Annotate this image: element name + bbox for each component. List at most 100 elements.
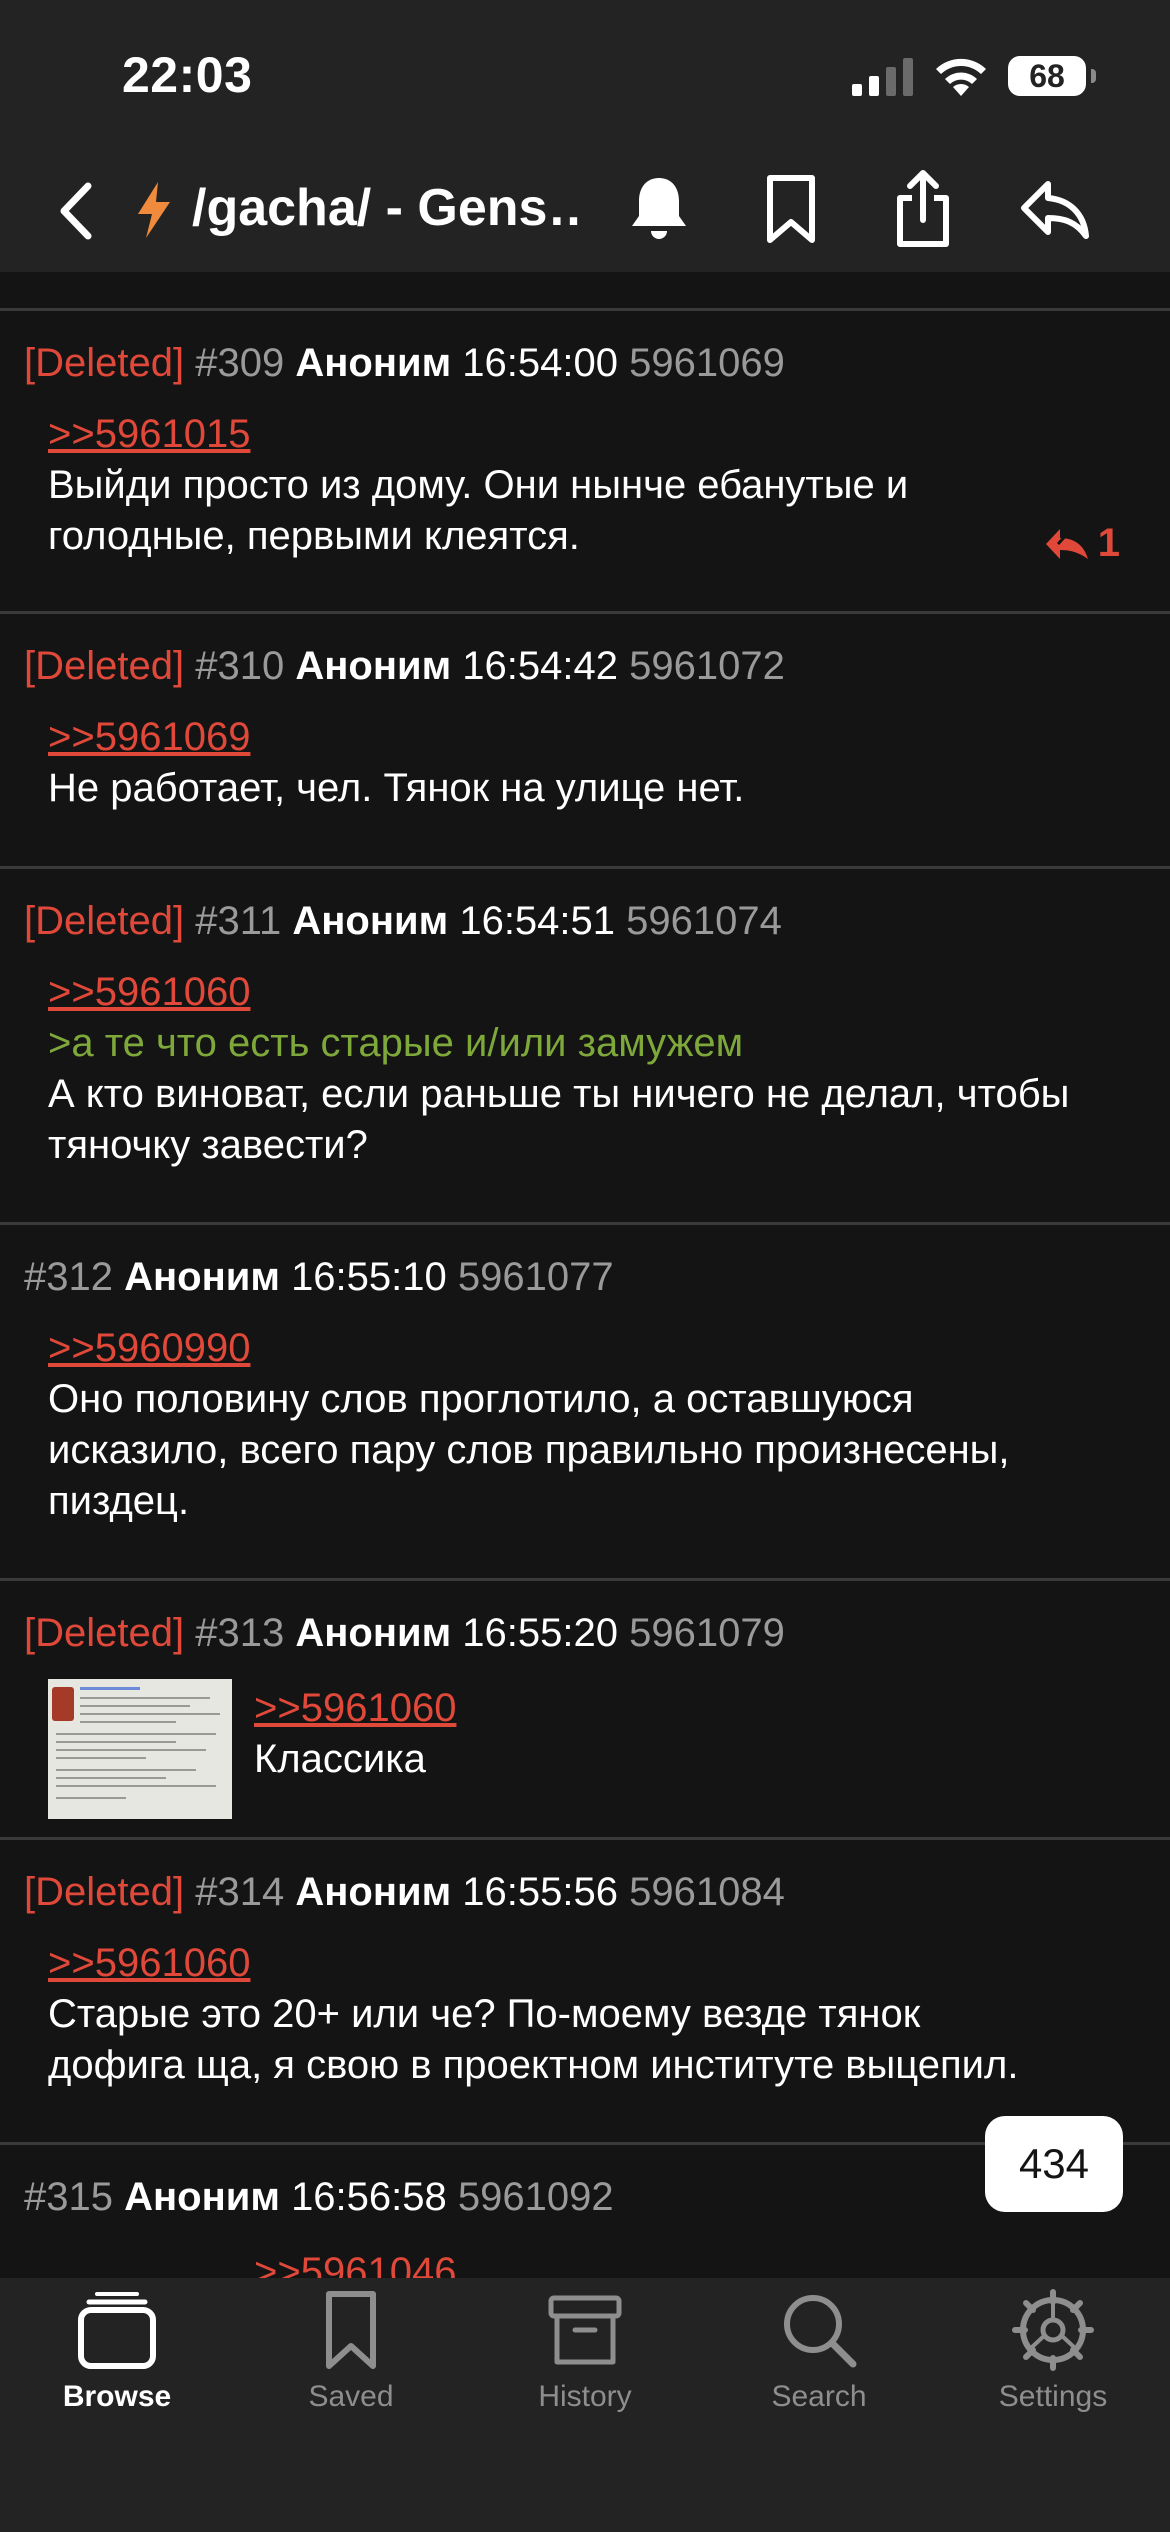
post-author: Аноним — [295, 1870, 452, 1914]
post-number: #314 — [195, 1870, 285, 1914]
post-author: Аноним — [292, 899, 449, 943]
wifi-icon — [936, 58, 986, 96]
deleted-tag: [Deleted] — [24, 644, 185, 688]
share-icon[interactable] — [892, 168, 954, 250]
quote-link[interactable]: >>5961060 — [254, 1683, 1130, 1734]
post-text-line: тяночку завести? — [48, 1123, 368, 1167]
post-text-line: пиздец. — [48, 1479, 190, 1523]
post-body: >>5961069 Не работает, чел. Тянок на ули… — [0, 712, 1170, 814]
post-body: >>5960990 Оно половину слов проглотило, … — [0, 1323, 1170, 1527]
post-time: 16:55:20 — [462, 1611, 618, 1655]
post-author: Аноним — [295, 644, 452, 688]
post-time: 16:55:10 — [291, 1255, 447, 1299]
gear-icon — [1012, 2289, 1094, 2371]
quote-link[interactable]: >>5961046 — [254, 2247, 1130, 2278]
post[interactable]: [Deleted] #309 Аноним 16:54:00 5961069 >… — [0, 311, 1170, 611]
post-text-line: А кто виноват, если раньше ты ничего не … — [48, 1072, 1070, 1116]
tab-settings[interactable]: Settings — [936, 2288, 1170, 2414]
post-text-line: дофига ща, я свою в проектном институте … — [48, 2043, 1019, 2087]
post-author: Аноним — [295, 341, 452, 385]
post-text-line: исказило, всего пару слов правильно прои… — [48, 1428, 1010, 1472]
post-header: [Deleted] #313 Аноним 16:55:20 5961079 — [0, 1609, 1170, 1657]
post-header: #312 Аноним 16:55:10 5961077 — [0, 1253, 1170, 1301]
post-header: [Deleted] #314 Аноним 16:55:56 5961084 — [0, 1868, 1170, 1916]
tab-label: Saved — [308, 2380, 394, 2413]
post-text-line: Классика — [254, 1737, 426, 1781]
post-id[interactable]: 5961084 — [629, 1870, 785, 1914]
bookmark-icon[interactable] — [764, 174, 818, 246]
post-time: 16:54:42 — [462, 644, 618, 688]
tab-label: Settings — [998, 2380, 1108, 2413]
post-number: #315 — [24, 2175, 113, 2219]
bookmark-icon — [326, 2291, 376, 2369]
tab-search[interactable]: Search — [702, 2288, 936, 2414]
post-counter-badge[interactable]: 434 — [985, 2116, 1123, 2212]
cellular-signal-icon — [852, 58, 913, 96]
post-header: [Deleted] #310 Аноним 16:54:42 5961072 — [0, 642, 1170, 690]
post-text-line: Старые это 20+ или че? По-моему везде тя… — [48, 1992, 921, 2036]
post-number: #310 — [195, 644, 285, 688]
quote-link[interactable]: >>5961069 — [48, 712, 1130, 763]
post[interactable]: [Deleted] #313 Аноним 16:55:20 5961079 >… — [0, 1581, 1170, 1837]
post-id[interactable]: 5961092 — [458, 2175, 614, 2219]
post-time: 16:54:00 — [462, 341, 618, 385]
post-time: 16:56:58 — [291, 2175, 447, 2219]
post-body: >>5961015 Выйди просто из дому. Они нынч… — [0, 409, 1170, 562]
post-number: #309 — [195, 341, 285, 385]
post-time: 16:55:56 — [462, 1870, 618, 1914]
post-id[interactable]: 5961077 — [458, 1255, 614, 1299]
bell-icon[interactable] — [628, 174, 690, 244]
lightning-icon — [138, 182, 170, 238]
post-author: Аноним — [295, 1611, 452, 1655]
status-bar: 22:03 68 — [0, 0, 1170, 150]
tab-browse[interactable]: Browse — [0, 2288, 234, 2414]
deleted-tag: [Deleted] — [24, 1870, 185, 1914]
post-author: Аноним — [124, 1255, 280, 1299]
post-text-line: голодные, первыми клеятся. — [48, 514, 580, 558]
tab-saved[interactable]: Saved — [234, 2288, 468, 2414]
status-time: 22:03 — [122, 47, 253, 103]
archive-icon — [548, 2295, 622, 2365]
post[interactable]: [Deleted] #310 Аноним 16:54:42 5961072 >… — [0, 614, 1170, 866]
post[interactable]: #312 Аноним 16:55:10 5961077 >>5960990 О… — [0, 1225, 1170, 1578]
post-text-line: Не работает, чел. Тянок на улице нет. — [48, 766, 745, 810]
post-text-line: Оно половину слов проглотило, а оставшую… — [48, 1377, 914, 1421]
search-icon — [784, 2295, 857, 2368]
tab-label: Search — [771, 2380, 867, 2413]
post-body: >>5961060 >а те что есть старые и/или за… — [0, 967, 1170, 1171]
post-id[interactable]: 5961074 — [626, 899, 782, 943]
post-time: 16:54:51 — [459, 899, 616, 943]
post-id[interactable]: 5961069 — [629, 341, 785, 385]
post-body: >>5961060 Старые это 20+ или че? По-моем… — [0, 1938, 1170, 2091]
tab-bar: Browse Saved History Search Settings — [0, 2278, 1170, 2532]
post-author: Аноним — [124, 2175, 280, 2219]
post-body: >>5961046 — [0, 2247, 1170, 2278]
reply-arrow-icon — [1045, 528, 1088, 559]
thread-post-list[interactable]: [Deleted] #309 Аноним 16:54:00 5961069 >… — [0, 272, 1170, 2278]
post[interactable]: [Deleted] #314 Аноним 16:55:56 5961084 >… — [0, 1840, 1170, 2142]
quote-link[interactable]: >>5961060 — [48, 1938, 1130, 1989]
tab-label: Browse — [62, 2380, 172, 2413]
quote-link[interactable]: >>5961015 — [48, 409, 1130, 460]
navigation-bar — [0, 150, 1170, 272]
post-text-line: Выйди просто из дому. Они нынче ебанутые… — [48, 463, 909, 507]
tab-label: History — [538, 2380, 632, 2413]
greentext-line: >а те что есть старые и/или замужем — [48, 1021, 744, 1065]
deleted-tag: [Deleted] — [24, 899, 185, 943]
replies-button[interactable]: 1 — [1044, 521, 1120, 566]
tab-history[interactable]: History — [468, 2288, 702, 2414]
back-chevron-icon[interactable] — [56, 180, 96, 242]
reply-icon[interactable] — [1018, 178, 1090, 242]
post-number: #313 — [195, 1611, 285, 1655]
post-number: #312 — [24, 1255, 113, 1299]
replies-count: 1 — [1097, 521, 1120, 565]
post-id[interactable]: 5961079 — [629, 1611, 785, 1655]
battery-icon: 68 — [1008, 56, 1096, 96]
deleted-tag: [Deleted] — [24, 341, 185, 385]
post-image-thumbnail[interactable] — [48, 1679, 232, 1819]
post[interactable]: [Deleted] #311 Аноним 16:54:51 5961074 >… — [0, 869, 1170, 1222]
deleted-tag: [Deleted] — [24, 1611, 185, 1655]
quote-link[interactable]: >>5961060 — [48, 967, 1130, 1018]
quote-link[interactable]: >>5960990 — [48, 1323, 1130, 1374]
post-id[interactable]: 5961072 — [629, 644, 785, 688]
